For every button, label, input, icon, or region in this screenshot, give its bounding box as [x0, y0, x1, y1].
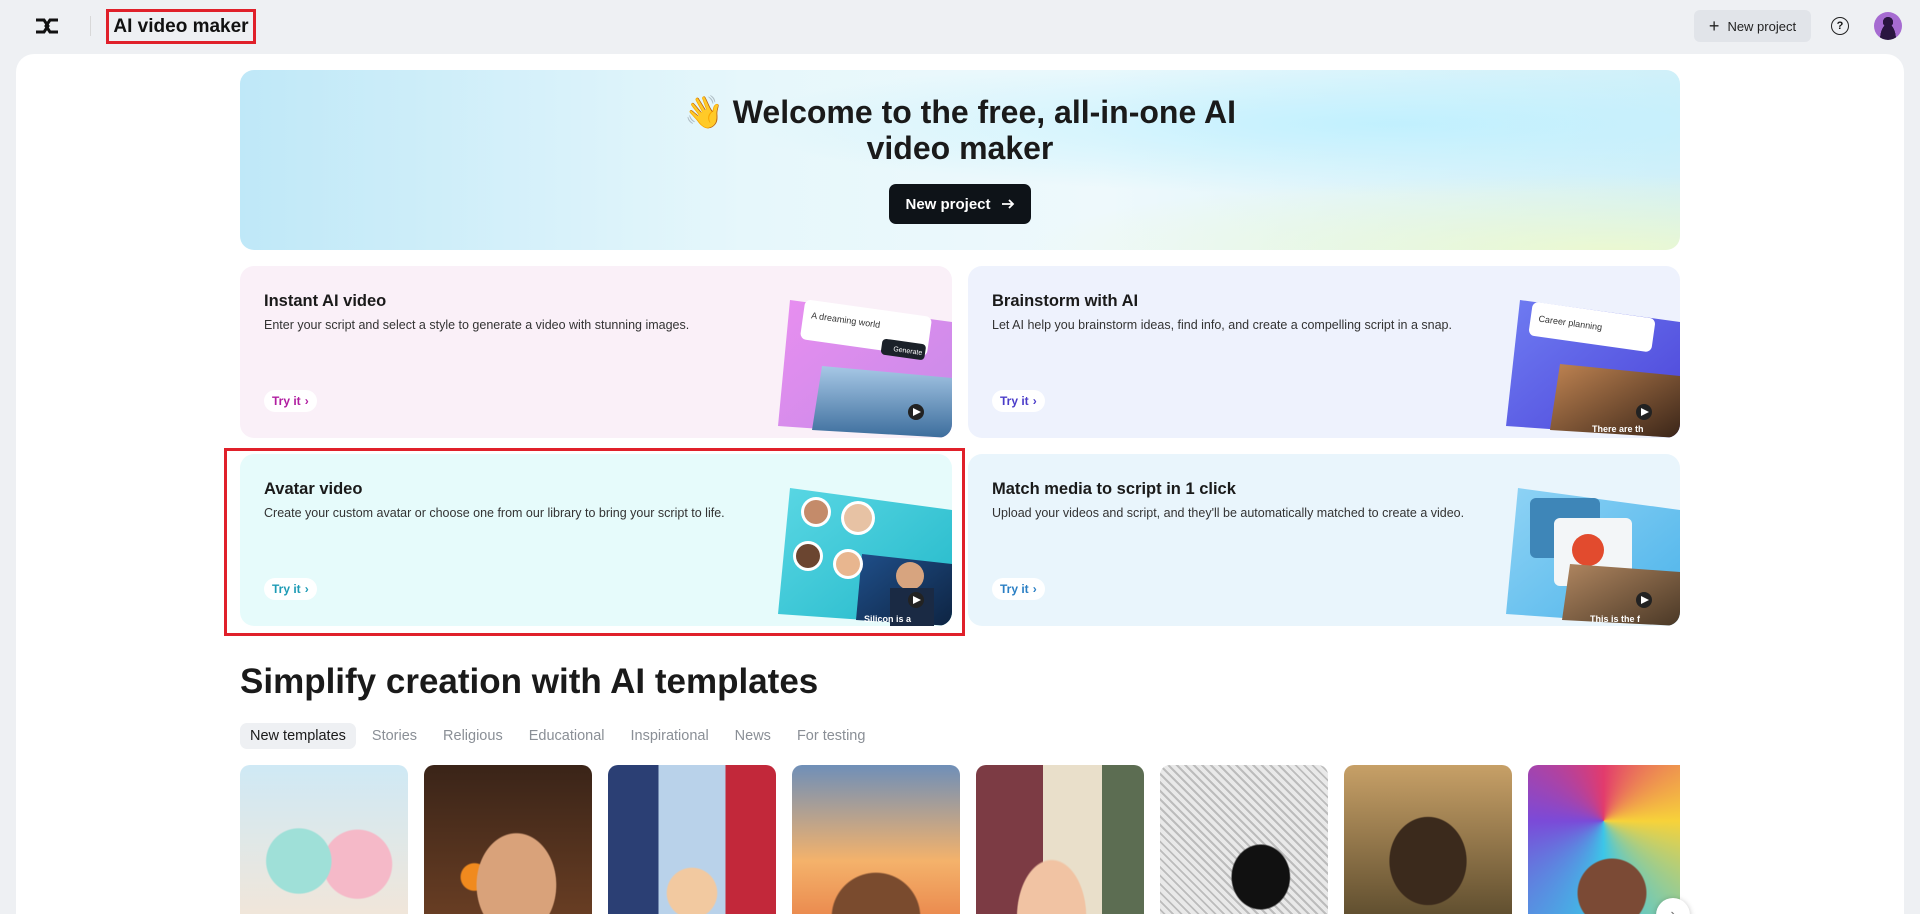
instant-ai-video-illustration: A dreaming world Generate: [778, 300, 952, 438]
try-it-button[interactable]: Try it ›: [264, 390, 317, 412]
card-brainstorm-with-ai[interactable]: Brainstorm with AI Let AI help you brain…: [968, 266, 1680, 438]
card-description: Enter your script and select a style to …: [264, 318, 690, 332]
hero-button-label: New project: [905, 195, 991, 213]
tab-educational[interactable]: Educational: [519, 723, 615, 749]
card-title: Brainstorm with AI: [992, 292, 1139, 310]
chevron-right-icon: ›: [1032, 394, 1037, 408]
hero-title-line2: video maker: [866, 130, 1054, 166]
template-tabs: New templates Stories Religious Educatio…: [240, 723, 875, 749]
template-thumbnail[interactable]: [424, 765, 592, 914]
card-description: Let AI help you brainstorm ideas, find i…: [992, 318, 1452, 332]
try-it-label: Try it: [272, 394, 301, 408]
card-description: Upload your videos and script, and they'…: [992, 506, 1465, 520]
brainstorm-illustration: Career planning There are th: [1506, 300, 1680, 438]
divider: [90, 16, 91, 36]
hero-title-line1: 👋 Welcome to the free, all-in-one AI: [684, 94, 1236, 130]
tab-for-testing[interactable]: For testing: [787, 723, 876, 749]
template-thumbnails: [240, 765, 1680, 914]
app-title: AI video maker: [106, 9, 256, 44]
art-caption-text: There are th: [1592, 424, 1644, 434]
top-bar: AI video maker + New project ?: [0, 0, 1920, 54]
try-it-button[interactable]: Try it ›: [992, 578, 1045, 600]
template-thumbnail[interactable]: [976, 765, 1144, 914]
template-thumbnail[interactable]: [240, 765, 408, 914]
template-thumbnail[interactable]: [1160, 765, 1328, 914]
try-it-label: Try it: [1000, 582, 1029, 596]
tab-religious[interactable]: Religious: [433, 723, 513, 749]
help-icon[interactable]: ?: [1831, 17, 1849, 35]
selection-highlight: [224, 448, 965, 636]
user-avatar[interactable]: [1874, 12, 1902, 40]
capcut-logo-icon[interactable]: [34, 14, 60, 38]
try-it-label: Try it: [1000, 394, 1029, 408]
new-project-button[interactable]: + New project: [1694, 10, 1811, 42]
arrow-right-icon: [1001, 199, 1014, 209]
hero-new-project-button[interactable]: New project: [889, 184, 1031, 224]
hero-title: 👋 Welcome to the free, all-in-one AI vid…: [680, 94, 1240, 166]
template-thumbnail[interactable]: [608, 765, 776, 914]
art-caption-text: This is the f: [1590, 614, 1641, 624]
card-instant-ai-video[interactable]: Instant AI video Enter your script and s…: [240, 266, 952, 438]
match-media-illustration: This is the f: [1506, 488, 1680, 626]
template-thumbnail[interactable]: [1528, 765, 1680, 914]
try-it-button[interactable]: Try it ›: [992, 390, 1045, 412]
card-title: Match media to script in 1 click: [992, 480, 1236, 498]
card-title: Instant AI video: [264, 292, 387, 310]
chevron-right-icon: ›: [1032, 582, 1037, 596]
card-match-media-to-script[interactable]: Match media to script in 1 click Upload …: [968, 454, 1680, 626]
tab-inspirational[interactable]: Inspirational: [620, 723, 718, 749]
section-title: Simplify creation with AI templates: [240, 662, 819, 701]
new-project-label: New project: [1727, 18, 1797, 34]
tab-stories[interactable]: Stories: [362, 723, 427, 749]
template-thumbnail[interactable]: [1344, 765, 1512, 914]
tab-new-templates[interactable]: New templates: [240, 723, 356, 749]
plus-icon: +: [1708, 16, 1720, 36]
template-thumbnail[interactable]: [792, 765, 960, 914]
chevron-right-icon: ›: [304, 394, 309, 408]
tab-news[interactable]: News: [725, 723, 781, 749]
